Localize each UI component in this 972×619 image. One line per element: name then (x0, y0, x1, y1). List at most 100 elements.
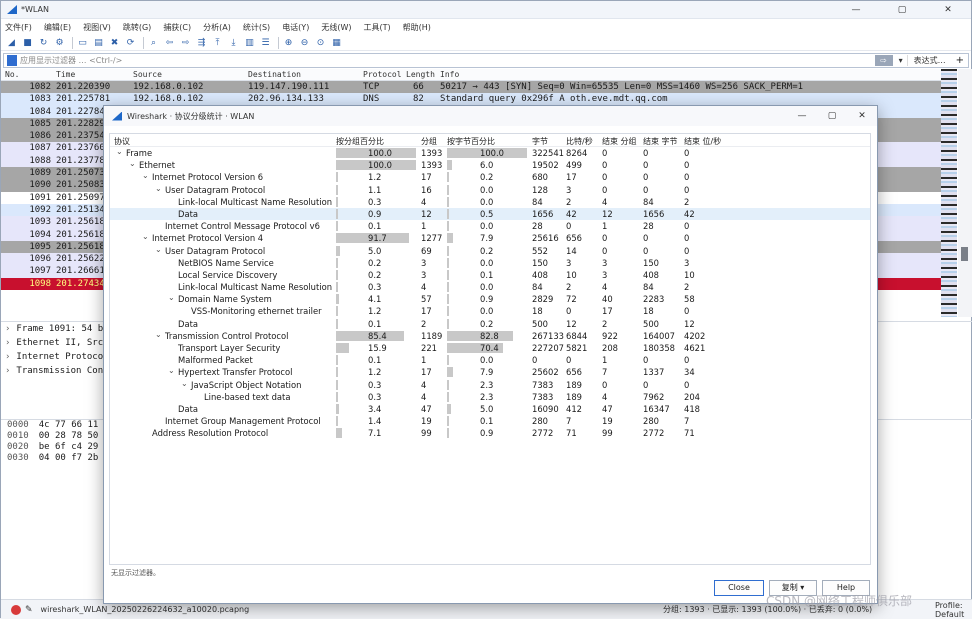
col-end-packets[interactable]: 结束 分组 (602, 136, 637, 147)
add-filter-button[interactable]: + (952, 55, 968, 66)
hierarchy-row[interactable]: NetBIOS Name Service 0.2 3 0.0 150 3 3 150 3 (110, 257, 870, 269)
col-destination[interactable]: Destination (248, 70, 301, 79)
hierarchy-row[interactable]: ⌄ JavaScript Object Notation 0.3 4 2.3 7383 18… (110, 379, 870, 391)
hierarchy-row[interactable]: ⌄ User Datagram Protocol 5.0 69 0.2 552 14 0 0 0 (110, 245, 870, 257)
dialog-maximize-button[interactable]: ▢ (817, 111, 847, 121)
col-protocol[interactable]: 协议 (114, 136, 130, 147)
hierarchy-row[interactable]: Data 0.1 2 0.2 500 12 2 500 12 (110, 318, 870, 330)
bookmark-icon[interactable] (7, 55, 17, 66)
maximize-button[interactable]: ▢ (879, 5, 925, 15)
reload-icon[interactable]: ⟳ (124, 37, 137, 49)
col-protocol[interactable]: Protocol (363, 70, 402, 79)
start-capture-icon[interactable]: ◢ (5, 37, 18, 49)
expand-toggle-icon[interactable]: ⌄ (168, 366, 175, 375)
col-no[interactable]: No. (5, 70, 19, 79)
expression-button[interactable]: 表达式… (906, 55, 952, 66)
expand-arrow-icon[interactable]: › (5, 366, 10, 376)
hierarchy-row[interactable]: ⌄ Internet Protocol Version 4 91.7 1277 7.9 2… (110, 232, 870, 244)
hierarchy-row[interactable]: Transport Layer Security 15.9 221 70.4 22720… (110, 342, 870, 354)
col-source[interactable]: Source (133, 70, 162, 79)
minimize-button[interactable]: — (833, 5, 879, 15)
hierarchy-row[interactable]: Address Resolution Protocol 7.1 99 0.9 2772 7… (110, 427, 870, 439)
close-window-button[interactable]: ✕ (925, 5, 971, 15)
resize-columns-icon[interactable]: ▦ (330, 37, 343, 49)
hierarchy-row[interactable]: Malformed Packet 0.1 1 0.0 0 0 1 0 0 (110, 354, 870, 366)
expand-arrow-icon[interactable]: › (5, 352, 10, 362)
expand-arrow-icon[interactable]: › (5, 324, 10, 334)
capture-status-icon[interactable] (11, 604, 21, 615)
hierarchy-row[interactable]: Data 0.9 12 0.5 1656 42 12 1656 42 (110, 207, 870, 221)
hierarchy-row[interactable]: Link-local Multicast Name Resolution 0.3 4… (110, 196, 870, 208)
menu-file[interactable]: 文件(F) (5, 22, 32, 33)
scrollbar-thumb[interactable] (961, 247, 968, 261)
hierarchy-row[interactable]: Internet Group Management Protocol 1.4 19 0… (110, 415, 870, 427)
hierarchy-row[interactable]: ⌄ Frame 100.0 1393 100.0 322541 8264 0 0 0 (110, 147, 870, 159)
col-info[interactable]: Info (440, 70, 459, 79)
open-file-icon[interactable]: ▭ (76, 37, 89, 49)
capture-options-icon[interactable]: ⚙ (53, 37, 66, 49)
close-file-icon[interactable]: ✖ (108, 37, 121, 49)
colorize-icon[interactable]: ☰ (259, 37, 272, 49)
hierarchy-row[interactable]: ⌄ User Datagram Protocol 1.1 16 0.0 128 3 0 0 0 (110, 184, 870, 196)
edit-comment-icon[interactable]: ✎ (25, 605, 33, 615)
expand-toggle-icon[interactable]: ⌄ (142, 232, 149, 241)
expand-toggle-icon[interactable]: ⌄ (129, 159, 136, 168)
close-button[interactable]: Close (714, 580, 764, 596)
go-back-icon[interactable]: ⇦ (163, 37, 176, 49)
col-bits-per-sec[interactable]: 比特/秒 (566, 136, 593, 147)
packet-minimap[interactable] (941, 69, 957, 317)
autoscroll-icon[interactable]: ▥ (243, 37, 256, 49)
hierarchy-row[interactable]: Internet Control Message Protocol v6 0.1 1… (110, 220, 870, 232)
hierarchy-row[interactable]: VSS-Monitoring ethernet trailer 1.2 17 0.0 1… (110, 305, 870, 317)
dialog-minimize-button[interactable]: — (787, 111, 817, 121)
hierarchy-row[interactable]: ⌄ Domain Name System 4.1 57 0.9 2829 72 40 2283 5… (110, 293, 870, 305)
go-forward-icon[interactable]: ⇨ (179, 37, 192, 49)
menu-statistics[interactable]: 统计(S) (243, 22, 270, 33)
menu-tools[interactable]: 工具(T) (363, 22, 390, 33)
first-packet-icon[interactable]: ⤒ (211, 37, 224, 49)
apply-filter-button[interactable]: ⇨ (874, 55, 893, 66)
dialog-close-x-button[interactable]: ✕ (847, 111, 877, 121)
menu-go[interactable]: 跳转(G) (123, 22, 151, 33)
menu-analyze[interactable]: 分析(A) (203, 22, 231, 33)
hierarchy-row[interactable]: ⌄ Transmission Control Protocol 85.4 1189 82… (110, 330, 870, 342)
menu-edit[interactable]: 编辑(E) (44, 22, 71, 33)
col-length[interactable]: Length (406, 70, 435, 79)
packet-list-scrollbar[interactable] (958, 69, 972, 317)
restart-capture-icon[interactable]: ↻ (37, 37, 50, 49)
filter-history-dropdown[interactable]: ▾ (895, 56, 907, 65)
col-bytes[interactable]: 字节 (532, 136, 548, 147)
expand-arrow-icon[interactable]: › (5, 338, 10, 348)
menu-view[interactable]: 视图(V) (83, 22, 111, 33)
menu-capture[interactable]: 捕获(C) (163, 22, 191, 33)
hierarchy-row[interactable]: ⌄ Internet Protocol Version 6 1.2 17 0.2 680 1… (110, 171, 870, 183)
col-percent-bytes[interactable]: 按字节百分比 (447, 136, 495, 147)
expand-toggle-icon[interactable]: ⌄ (116, 147, 123, 156)
profile-status[interactable]: Profile: Default (935, 601, 972, 619)
hierarchy-row[interactable]: ⌄ Hypertext Transfer Protocol 1.2 17 7.9 2560… (110, 366, 870, 378)
find-packet-icon[interactable]: ⌕ (147, 37, 160, 49)
col-end-bits-per-sec[interactable]: 结束 位/秒 (684, 136, 721, 147)
save-file-icon[interactable]: ▤ (92, 37, 105, 49)
packet-row[interactable]: 1083 201.225781 192.168.0.102 202.96.134.13… (1, 93, 941, 106)
zoom-in-icon[interactable]: ⊕ (282, 37, 295, 49)
expand-toggle-icon[interactable]: ⌄ (155, 245, 162, 254)
expand-toggle-icon[interactable]: ⌄ (168, 293, 175, 302)
hierarchy-row[interactable]: Link-local Multicast Name Resolution 0.3 4… (110, 281, 870, 293)
menu-help[interactable]: 帮助(H) (403, 22, 431, 33)
menu-wireless[interactable]: 无线(W) (321, 22, 351, 33)
display-filter-input[interactable]: 应用显示过滤器 … <Ctrl-/> (20, 55, 875, 66)
col-end-bytes[interactable]: 结束 字节 (643, 136, 678, 147)
expand-toggle-icon[interactable]: ⌄ (142, 171, 149, 180)
hierarchy-row[interactable]: Local Service Discovery 0.2 3 0.1 408 10 3 408 1… (110, 269, 870, 281)
stop-capture-icon[interactable]: ■ (21, 37, 34, 49)
expand-toggle-icon[interactable]: ⌄ (155, 330, 162, 339)
expand-toggle-icon[interactable]: ⌄ (155, 184, 162, 193)
menu-telephony[interactable]: 电话(Y) (282, 22, 309, 33)
hierarchy-row[interactable]: ⌄ Ethernet 100.0 1393 6.0 19502 499 0 0 0 (110, 159, 870, 171)
normal-size-icon[interactable]: ⊙ (314, 37, 327, 49)
zoom-out-icon[interactable]: ⊖ (298, 37, 311, 49)
col-packets[interactable]: 分组 (421, 136, 437, 147)
last-packet-icon[interactable]: ⤓ (227, 37, 240, 49)
col-percent-packets[interactable]: 按分组百分比 (336, 136, 384, 147)
